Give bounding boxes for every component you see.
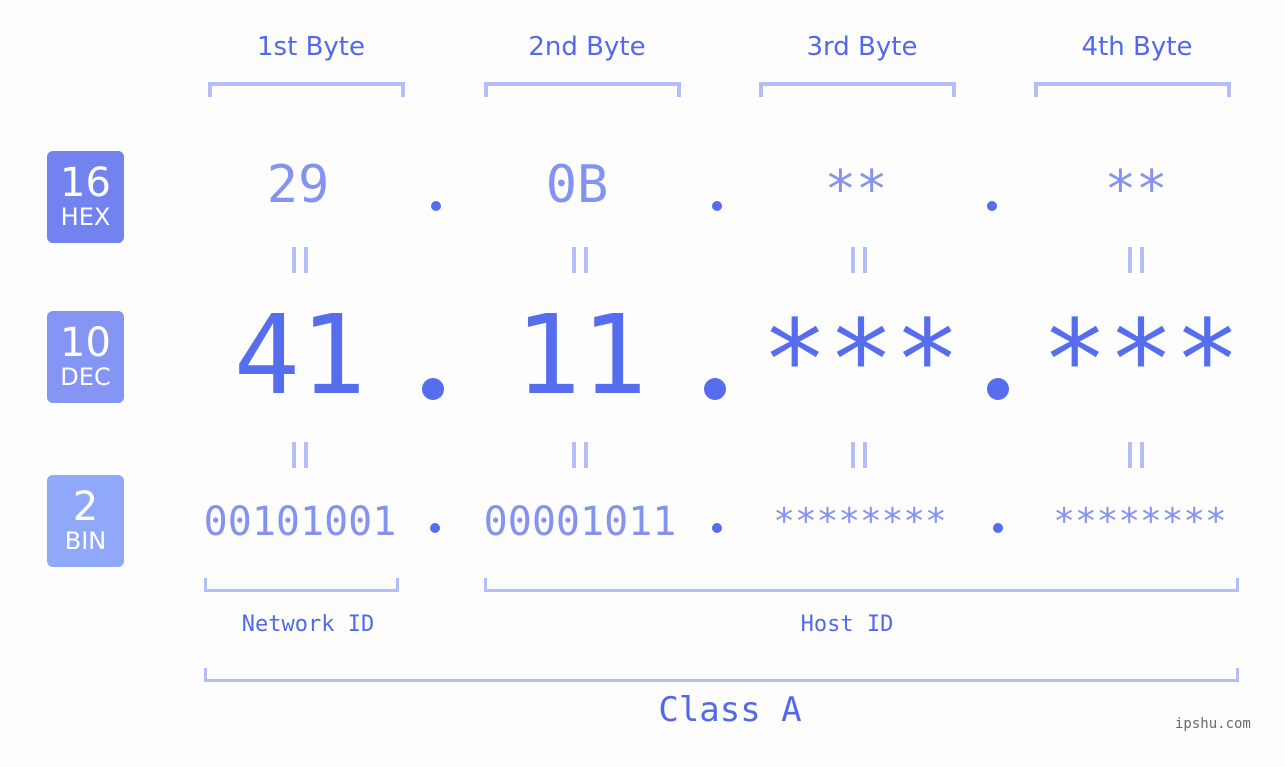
byte-bracket-4 <box>1034 82 1231 97</box>
bin-separator-dot <box>993 523 1003 533</box>
byte-bracket-2 <box>484 82 681 97</box>
host-id-label: Host ID <box>800 612 894 637</box>
bin-separator-dot <box>430 523 440 533</box>
dec-badge-number: 10 <box>60 320 111 366</box>
bin-badge: 2 BIN <box>47 475 124 567</box>
dec-separator-dot <box>422 378 444 400</box>
dec-badge-label: DEC <box>60 363 111 391</box>
byte-header-1: 1st Byte <box>257 32 365 62</box>
equals-icon <box>1128 442 1145 468</box>
hex-separator-dot <box>712 201 722 211</box>
hex-badge-number: 16 <box>60 160 111 206</box>
bin-value-3: ******** <box>773 501 947 542</box>
hex-value-2: 0B <box>545 155 609 215</box>
equals-icon <box>851 442 868 468</box>
host-id-bracket <box>484 578 1239 592</box>
hex-badge-label: HEX <box>60 203 111 231</box>
hex-value-3: ** <box>824 160 888 220</box>
hex-value-1: 29 <box>266 155 330 215</box>
hex-separator-dot <box>431 201 441 211</box>
bin-separator-dot <box>712 523 722 533</box>
dec-value-1: 41 <box>233 291 367 419</box>
class-bracket <box>204 668 1239 682</box>
byte-bracket-1 <box>208 82 405 97</box>
bin-value-4: ******** <box>1053 501 1227 542</box>
byte-bracket-3 <box>759 82 956 97</box>
dec-value-4: *** <box>1041 296 1241 424</box>
hex-separator-dot <box>987 201 997 211</box>
bin-badge-number: 2 <box>72 484 99 530</box>
hex-badge: 16 HEX <box>47 151 124 243</box>
network-id-bracket <box>204 578 399 592</box>
equals-icon <box>292 247 309 273</box>
equals-icon <box>851 247 868 273</box>
network-id-label: Network ID <box>241 612 375 637</box>
byte-header-4: 4th Byte <box>1081 32 1193 62</box>
hex-value-4: ** <box>1104 160 1168 220</box>
class-label: Class A <box>658 690 802 730</box>
bin-value-1: 00101001 <box>203 499 397 545</box>
equals-icon <box>572 247 589 273</box>
byte-header-3: 3rd Byte <box>806 32 918 62</box>
dec-separator-dot <box>704 378 726 400</box>
dec-badge: 10 DEC <box>47 311 124 403</box>
bin-badge-label: BIN <box>64 527 107 555</box>
byte-header-2: 2nd Byte <box>528 32 646 62</box>
equals-icon <box>1128 247 1145 273</box>
equals-icon <box>572 442 589 468</box>
bin-value-2: 00001011 <box>483 499 677 545</box>
dec-value-2: 11 <box>514 291 648 419</box>
dec-value-3: *** <box>761 296 961 424</box>
equals-icon <box>292 442 309 468</box>
dec-separator-dot <box>987 378 1009 400</box>
watermark: ipshu.com <box>1175 716 1251 732</box>
